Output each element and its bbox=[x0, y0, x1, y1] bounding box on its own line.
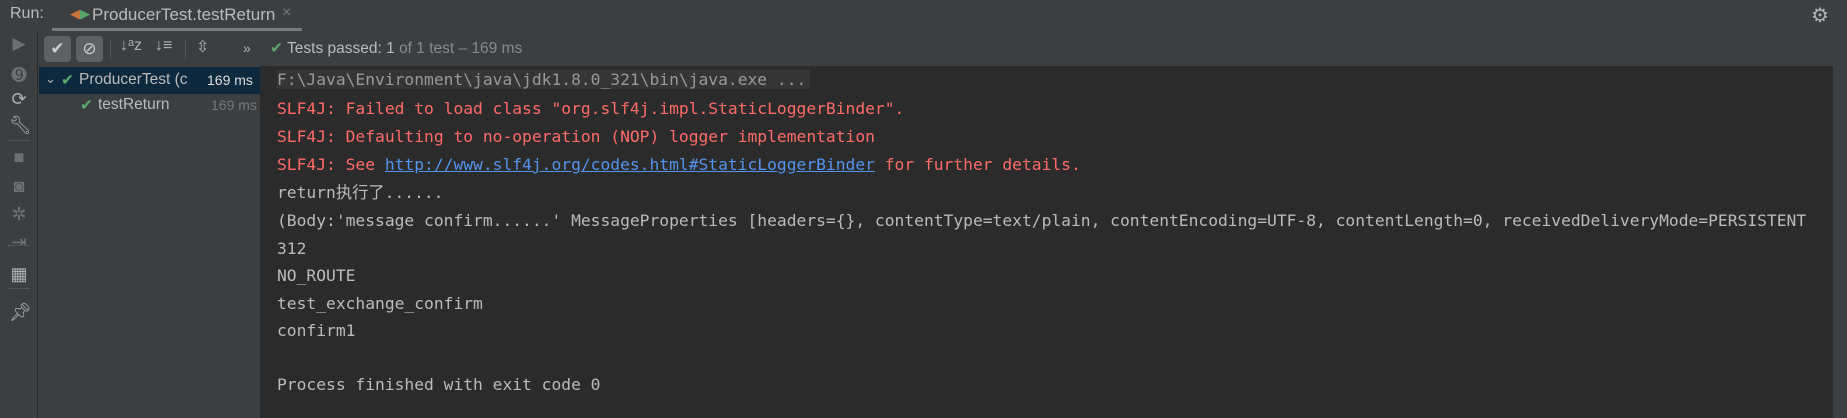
tab-title: ProducerTest.testReturn bbox=[92, 5, 276, 24]
error-text: SLF4J: See bbox=[277, 155, 385, 174]
tree-item-time: 169 ms bbox=[207, 72, 253, 88]
test-tree: ⌄ ✔ ProducerTest (c 169 ms ✔ testReturn … bbox=[39, 66, 260, 418]
console-line-output: 312 bbox=[277, 239, 307, 258]
run-label: Run: bbox=[10, 5, 44, 22]
console-line-output: test_exchange_confirm bbox=[277, 294, 483, 313]
error-text: for further details. bbox=[874, 155, 1081, 174]
close-icon[interactable]: × bbox=[282, 4, 291, 22]
test-status: ✔ Tests passed: 1 of 1 test – 169 ms bbox=[270, 39, 522, 58]
chevron-down-icon[interactable]: ⌄ bbox=[45, 71, 56, 87]
console-line-error: SLF4J: Failed to load class "org.slf4j.i… bbox=[277, 99, 905, 118]
tree-item-test-return[interactable]: ✔ testReturn 169 ms bbox=[39, 93, 260, 120]
console-line-output: (Body:'message confirm......' MessagePro… bbox=[277, 211, 1807, 230]
test-toolbar: ✔ ⊘ ↓ᵃz ↓≡ ⇳ » ✔ Tests passed: 1 of 1 te… bbox=[38, 32, 1833, 66]
tab-producer-test[interactable]: ◀▶ ProducerTest.testReturn × bbox=[52, 0, 302, 31]
slf4j-link[interactable]: http://www.slf4j.org/codes.html#StaticLo… bbox=[385, 155, 875, 174]
run-tab-bar: Run: ◀▶ ProducerTest.testReturn × ⚙ bbox=[0, 0, 1847, 32]
show-ignored-icon[interactable]: ⊘ bbox=[76, 36, 103, 62]
divider bbox=[185, 39, 186, 59]
exit-icon[interactable]: ⇥ bbox=[9, 232, 29, 253]
console-line-output: NO_ROUTE bbox=[277, 266, 356, 285]
wrench-icon[interactable]: 🔧︎ bbox=[9, 115, 32, 136]
toggle-auto-test-icon[interactable]: ⟳ bbox=[9, 89, 29, 110]
tree-item-time: 169 ms bbox=[211, 97, 257, 113]
left-toolbar: ▶ ➒ ⟳ 🔧︎ ■ ◙ ✲ ⇥ ▦ 📌︎ bbox=[0, 32, 38, 418]
console-line-error: SLF4J: See http://www.slf4j.org/codes.ht… bbox=[277, 151, 1081, 178]
console-output[interactable]: F:\Java\Environment\java\jdk1.8.0_321\bi… bbox=[260, 66, 1833, 418]
run-test-icon: ◀▶ bbox=[70, 6, 90, 21]
rerun-failed-icon[interactable]: ➒ bbox=[9, 65, 29, 86]
divider bbox=[8, 140, 30, 141]
console-side-toolbar bbox=[1833, 66, 1847, 418]
debug-icon[interactable]: ✲ bbox=[9, 204, 29, 225]
check-icon: ✔ bbox=[270, 40, 283, 57]
rerun-icon[interactable]: ▶ bbox=[9, 34, 29, 54]
tree-item-label: testReturn bbox=[98, 96, 170, 113]
stop-icon[interactable]: ■ bbox=[9, 147, 29, 168]
tree-item-label: ProducerTest (c bbox=[79, 71, 188, 88]
tree-item-producer-test[interactable]: ⌄ ✔ ProducerTest (c 169 ms bbox=[39, 67, 260, 94]
sort-duration-icon[interactable]: ↓≡ bbox=[155, 37, 172, 55]
sort-alpha-icon[interactable]: ↓ᵃz bbox=[120, 37, 142, 55]
check-icon: ✔ bbox=[61, 72, 74, 89]
console-line-exit: Process finished with exit code 0 bbox=[277, 375, 601, 394]
check-icon: ✔ bbox=[80, 97, 93, 114]
console-line-error: SLF4J: Defaulting to no-operation (NOP) … bbox=[277, 127, 875, 146]
status-detail: of 1 test – 169 ms bbox=[399, 40, 523, 57]
console-line-output: confirm1 bbox=[277, 321, 356, 340]
show-passed-icon[interactable]: ✔ bbox=[44, 36, 71, 62]
console-line-output: return执行了...... bbox=[277, 183, 444, 202]
status-count: 1 bbox=[386, 40, 395, 57]
layout-icon[interactable]: ▦ bbox=[9, 264, 29, 285]
divider bbox=[8, 288, 30, 289]
expand-all-icon[interactable]: ⇳ bbox=[196, 37, 209, 57]
command-text[interactable]: F:\Java\Environment\java\jdk1.8.0_321\bi… bbox=[277, 70, 811, 89]
console-line-command: F:\Java\Environment\java\jdk1.8.0_321\bi… bbox=[277, 66, 811, 93]
divider bbox=[8, 245, 30, 246]
gear-icon[interactable]: ⚙ bbox=[1811, 3, 1829, 28]
more-icon[interactable]: » bbox=[243, 40, 251, 56]
divider bbox=[110, 39, 111, 59]
pin-icon[interactable]: 📌︎ bbox=[9, 302, 32, 323]
status-prefix: Tests passed: bbox=[287, 40, 382, 57]
camera-icon[interactable]: ◙ bbox=[9, 176, 29, 197]
